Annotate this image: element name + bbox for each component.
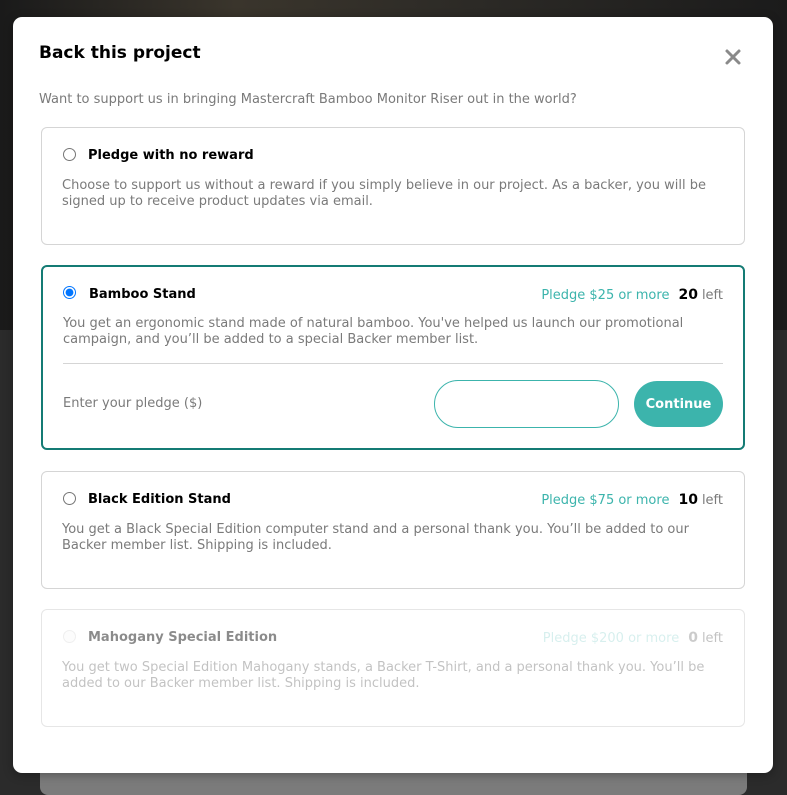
option-meta: Pledge $25 or more 20 left: [541, 287, 723, 303]
pledge-amount-input[interactable]: [434, 380, 619, 428]
option-name: Pledge with no reward: [88, 148, 254, 163]
pledge-option-bamboo-stand[interactable]: Bamboo Stand Pledge $25 or more 20 left Yo…: [41, 265, 745, 450]
stock-count: 20: [678, 287, 698, 303]
pledge-option-mahogany: Mahogany Special Edition Pledge $200 or …: [41, 609, 745, 727]
radio-mahogany: [63, 630, 76, 643]
pledge-amount: Pledge $200 or more: [542, 631, 680, 646]
pledge-option-no-reward[interactable]: Pledge with no reward Choose to support …: [41, 127, 745, 245]
option-name: Bamboo Stand: [89, 287, 196, 302]
modal-title: Back this project: [39, 43, 201, 63]
stock-left-label: left: [701, 631, 723, 646]
stock-left-label: left: [701, 288, 723, 303]
radio-no-reward[interactable]: [63, 148, 76, 161]
pledge-amount: Pledge $75 or more: [541, 493, 670, 508]
option-description: You get two Special Edition Mahogany sta…: [62, 660, 705, 691]
option-name: Black Edition Stand: [88, 492, 231, 507]
pledge-option-black-edition[interactable]: Black Edition Stand Pledge $75 or more 10…: [41, 471, 745, 589]
option-meta: Pledge $75 or more 10 left: [541, 492, 723, 508]
continue-button[interactable]: Continue: [634, 381, 723, 427]
modal-subtitle: Want to support us in bringing Mastercra…: [39, 92, 577, 107]
back-project-modal: Back this project Want to support us in …: [13, 17, 773, 773]
stock-count: 0: [688, 630, 698, 646]
option-description: You get a Black Special Edition computer…: [62, 522, 689, 553]
close-button[interactable]: [721, 45, 745, 69]
divider: [63, 363, 723, 364]
option-meta: Pledge $200 or more 0 left: [543, 630, 723, 646]
radio-black-edition[interactable]: [63, 492, 76, 505]
radio-bamboo-stand[interactable]: [63, 286, 76, 299]
pledge-amount: Pledge $25 or more: [541, 288, 670, 303]
stock-left-label: left: [701, 493, 723, 508]
close-icon: [725, 49, 741, 65]
option-description: You get an ergonomic stand made of natur…: [63, 316, 684, 347]
option-description: Choose to support us without a reward if…: [62, 178, 706, 209]
pledge-input-label: Enter your pledge ($): [63, 396, 203, 411]
stock-count: 10: [678, 492, 698, 508]
option-name: Mahogany Special Edition: [88, 630, 278, 645]
